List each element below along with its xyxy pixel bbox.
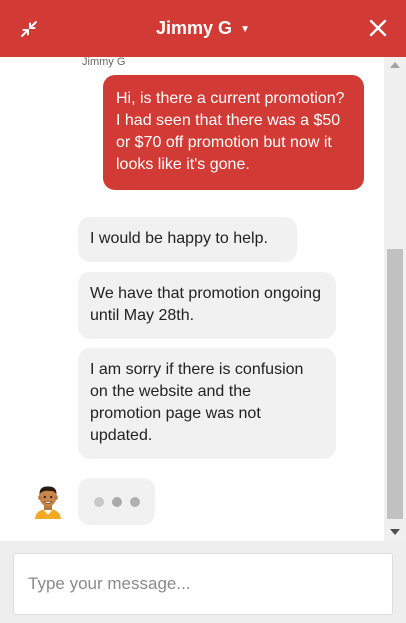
- incoming-message: I am sorry if there is confusion on the …: [78, 348, 336, 459]
- scroll-down-arrow-icon[interactable]: [390, 529, 400, 535]
- typing-dot: [111, 496, 122, 507]
- typing-dots-icon: [78, 478, 155, 525]
- message-scrollbar[interactable]: [384, 57, 406, 541]
- agent-selector[interactable]: Jimmy G ▼: [156, 18, 250, 39]
- message-input-box[interactable]: [13, 553, 393, 615]
- chat-header: Jimmy G ▼: [0, 0, 406, 57]
- typing-dot: [129, 496, 140, 507]
- composer-area: [0, 541, 406, 623]
- typing-dot: [93, 496, 104, 507]
- message-list: Jimmy G Hi, is there a current promotion…: [0, 57, 384, 541]
- incoming-message: We have that promotion ongoing until May…: [78, 272, 336, 339]
- close-icon[interactable]: [366, 16, 390, 40]
- minimize-arrows-icon[interactable]: [18, 18, 40, 40]
- incoming-message: I would be happy to help.: [78, 217, 297, 262]
- scrollbar-thumb[interactable]: [387, 249, 403, 519]
- message-input[interactable]: [14, 554, 392, 614]
- scroll-up-arrow-icon[interactable]: [390, 62, 400, 68]
- agent-name: Jimmy G: [156, 18, 233, 38]
- sender-label: Jimmy G: [82, 57, 126, 68]
- caret-down-icon: ▼: [240, 24, 250, 35]
- agent-avatar-icon: [29, 482, 67, 520]
- outgoing-message: Hi, is there a current promotion? I had …: [103, 75, 364, 190]
